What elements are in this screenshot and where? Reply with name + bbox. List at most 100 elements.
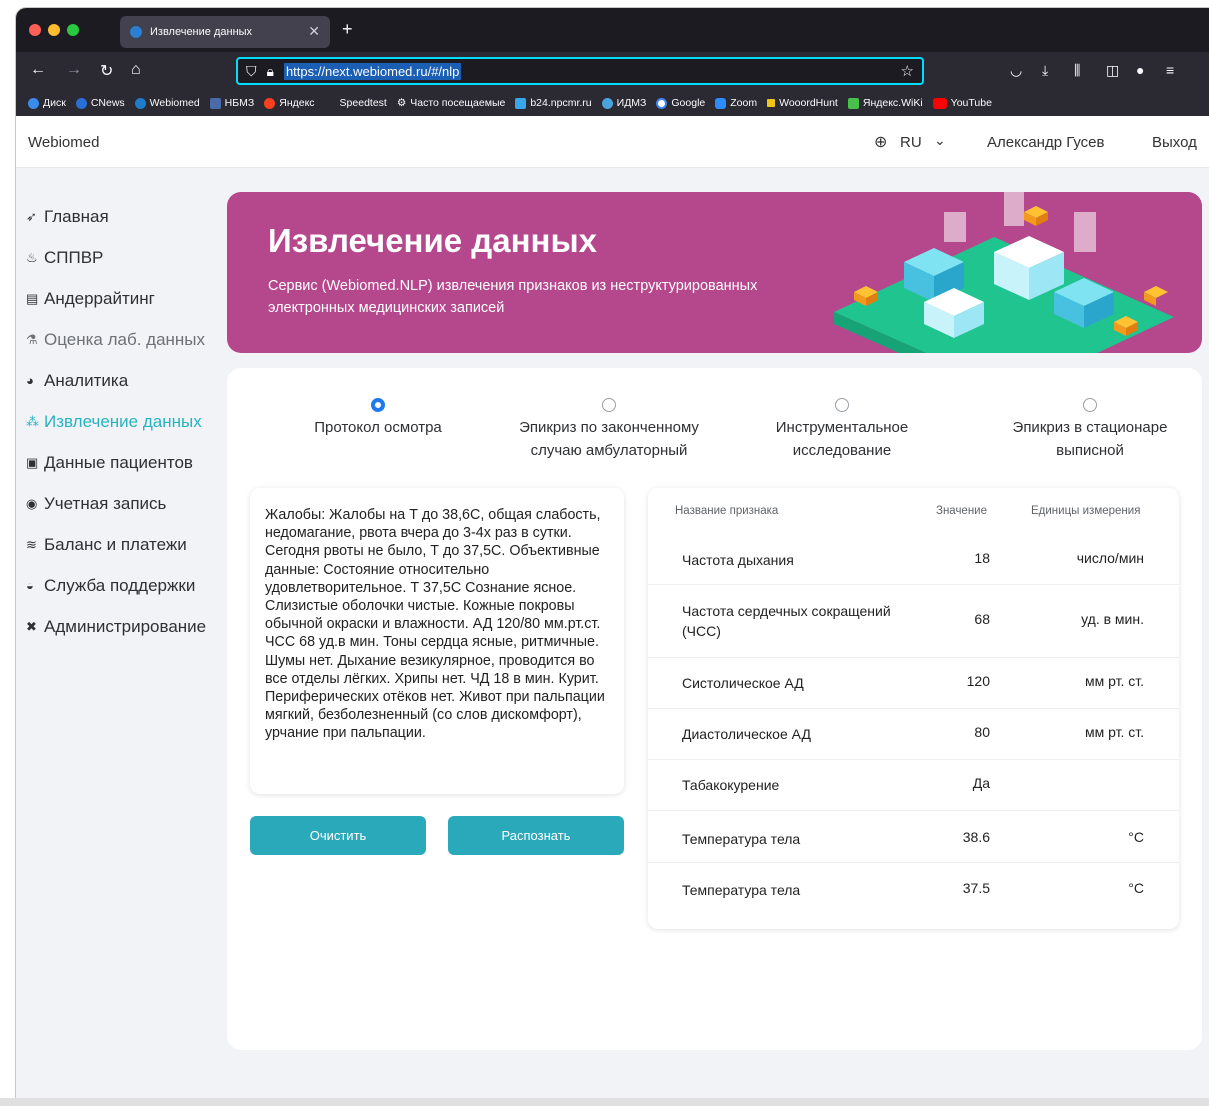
sidebar-item-billing[interactable]: ≋ Баланс и платежи [26,524,226,565]
back-icon[interactable]: ← [30,61,46,79]
menu-icon[interactable]: ≡ [1166,62,1174,78]
close-window-button[interactable] [29,24,41,36]
globe-icon[interactable]: ⊕ [874,132,887,152]
bookmark-item[interactable]: Speedtest [324,97,387,109]
table-row: Температура тела 38.6 °C [648,811,1179,863]
close-tab-icon[interactable]: ✕ [308,23,320,40]
bookmark-item[interactable]: CNews [75,97,125,109]
bookmark-item[interactable]: Яндекс [264,97,315,109]
page: Webiomed ⊕ RU ⌄ Александр Гусев Выход ➶ Г… [16,116,1209,1106]
home-icon[interactable]: ⌂ [131,61,141,79]
reload-icon[interactable]: ↻ [100,61,113,81]
bookmark-item[interactable]: Яндекс.WiKi [847,97,923,109]
browser-tab[interactable]: Извлечение данных ✕ [120,16,330,48]
page-subtitle: Сервис (Webiomed.NLP) извлечения признак… [268,278,758,316]
feature-unit: °C [1128,829,1144,845]
rocket-icon: ➶ [26,208,37,224]
feature-name: Температура тела [682,882,801,898]
pie-chart-icon: ◕ [26,373,34,388]
sidebar: ➶ Главная ♨ СППВР ▤ Андеррайтинг ⚗ Оценка ла… [26,196,226,647]
radio-button[interactable] [371,398,385,412]
bookmark-item[interactable]: Webiomed [134,97,200,109]
bookmark-item[interactable]: ⚙ Часто посещаемые [397,97,506,109]
clear-button[interactable]: Очистить [250,816,426,855]
sidebar-item-support[interactable]: ◒ Служба поддержки [26,565,226,606]
feature-name: Температура тела [682,831,801,847]
chevron-down-icon[interactable]: ⌄ [934,132,946,149]
bookmark-item[interactable]: WooordHunt [767,97,838,109]
sidebar-item-underwriting[interactable]: ▤ Андеррайтинг [26,278,226,319]
account-icon[interactable]: ● [1136,62,1144,78]
webiomed-favicon-icon [130,26,142,38]
feature-value: 38.6 [962,829,990,845]
feature-value: 68 [974,611,990,627]
downloads-icon[interactable]: ⤓ [1042,62,1048,79]
doctype-option-instrumental-study[interactable]: Инструментальное исследование [752,398,932,462]
feature-value: 18 [974,550,990,566]
pocket-icon[interactable]: ◡ [1010,62,1022,79]
patient-card-icon: ▣ [26,454,39,470]
logout-link[interactable]: Выход [1152,134,1197,151]
feature-value: Да [972,775,990,791]
fire-icon: ♨ [26,249,38,265]
minimize-window-button[interactable] [48,24,60,36]
table-row: Диастолическое АД 80 мм рт. ст. [648,709,1179,760]
sidebar-item-home[interactable]: ➶ Главная [26,196,226,237]
user-name-link[interactable]: Александр Гусев [987,134,1104,151]
bookmark-item[interactable]: Zoom [715,97,757,109]
sidebar-item-account[interactable]: ◉ Учетная запись [26,483,226,524]
document-icon: ▤ [26,290,39,306]
bookmark-item[interactable]: b24.npcmr.ru [515,97,592,109]
feature-unit: мм рт. ст. [1084,724,1144,740]
sidebar-item-patient-data[interactable]: ▣ Данные пациентов [26,442,226,483]
radio-button[interactable] [1083,398,1097,412]
url-bar[interactable]: ⛉ 🔒︎ https://next.webiomed.ru/#/nlp ☆ [236,57,924,85]
feature-value: 80 [974,724,990,740]
results-table: Название признака Значение Единицы измер… [648,488,1179,929]
radio-button[interactable] [602,398,616,412]
forward-icon[interactable]: → [66,61,82,79]
lock-icon[interactable]: 🔒︎ [267,63,274,80]
page-title: Извлечение данных [268,222,597,259]
feature-unit: мм рт. ст. [1084,673,1144,689]
doctype-label: Эпикриз по законченному [519,419,699,436]
doctype-option-outpatient-epicrisis[interactable]: Эпикриз по законченному случаю амбулатор… [499,398,719,462]
sidebar-item-lab-assessment[interactable]: ⚗ Оценка лаб. данных [26,319,226,360]
library-icon[interactable]: ⫼ [1074,62,1080,79]
doctype-option-exam-protocol[interactable]: Протокол осмотра [288,398,468,439]
tools-icon: ✖ [26,618,37,634]
feature-unit: °C [1128,880,1144,896]
bookmark-star-icon[interactable]: ☆ [901,62,914,80]
new-tab-icon[interactable]: + [342,19,353,40]
app-header: Webiomed ⊕ RU ⌄ Александр Гусев Выход [16,116,1209,168]
bookmark-item[interactable]: НБМЗ [209,97,254,109]
feature-unit: число/мин [1076,550,1144,566]
language-select[interactable]: RU [900,134,922,151]
url-text[interactable]: https://next.webiomed.ru/#/nlp [283,62,462,80]
bookmark-item[interactable]: Google [656,97,705,109]
column-header-unit: Единицы измерения [1031,505,1141,517]
nav-bar: ← → ↻ ⌂ ⛉ 🔒︎ https://next.webiomed.ru/#/… [16,52,1209,90]
doctype-option-discharge-epicrisis[interactable]: Эпикриз в стационаре выписной [980,398,1200,462]
tab-bar: Извлечение данных ✕ + [16,8,1209,52]
medical-text-input[interactable]: Жалобы: Жалобы на Т до 38,6С, общая слаб… [250,488,624,794]
bookmark-item[interactable]: YouTube [932,97,992,109]
sidebar-item-data-extraction[interactable]: ⁂ Извлечение данных [26,401,226,442]
bookmarks-bar: Диск CNews Webiomed НБМЗ Яндекс Speedtes… [16,90,1209,116]
bookmark-item[interactable]: Диск [28,97,66,109]
maximize-window-button[interactable] [67,24,79,36]
recognize-button[interactable]: Распознать [448,816,624,855]
sidebar-item-analytics[interactable]: ◕ Аналитика [26,360,226,401]
sidebar-toggle-icon[interactable]: ◫ [1106,62,1119,79]
user-circle-icon: ◉ [26,495,38,511]
doctype-label: Протокол осмотра [314,419,442,436]
table-row: Табакокурение Да [648,760,1179,811]
bookmark-item[interactable]: ИДМЗ [601,97,646,109]
sidebar-item-sppvr[interactable]: ♨ СППВР [26,237,226,278]
window-bottom-edge [0,1098,1209,1106]
sidebar-item-admin[interactable]: ✖ Администрирование [26,606,226,647]
radio-button[interactable] [835,398,849,412]
tracking-shield-icon[interactable]: ⛉ [246,63,257,80]
column-header-name: Название признака [675,505,779,517]
brand-link[interactable]: Webiomed [28,134,99,151]
